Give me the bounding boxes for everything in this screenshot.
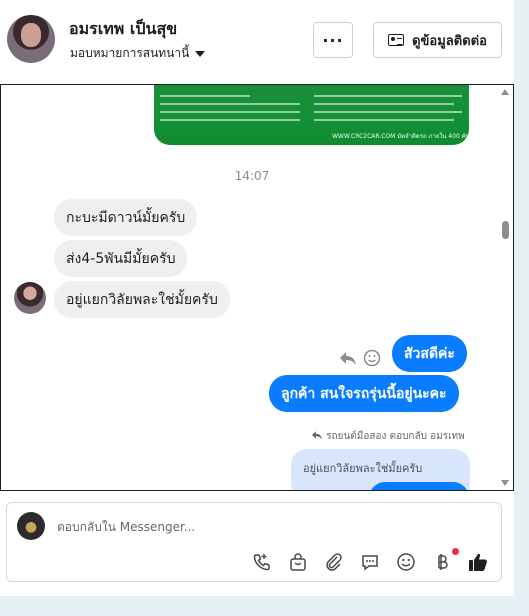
reply-indicator: รถยนต์มือสอง ตอบกลับ อมรเทพ (311, 429, 465, 444)
image-text-line (160, 103, 300, 105)
reply-icon[interactable] (339, 350, 357, 370)
image-text-line (314, 103, 454, 105)
image-text-line (314, 119, 454, 121)
image-text-line (160, 111, 300, 113)
assign-conversation-dropdown[interactable]: มอบหมายการสนทนานี้ (70, 44, 206, 63)
quoted-text: อยู่แยกวิลัยพละใช่มั้ยครับ (303, 462, 423, 475)
reply-bubble-partial[interactable] (369, 482, 469, 490)
scroll-down-arrow-icon[interactable] (501, 480, 509, 486)
assign-label: มอบหมายการสนทนานี้ (70, 46, 190, 60)
chat-scrollbar[interactable] (499, 85, 512, 490)
caret-down-icon (195, 50, 206, 57)
reply-arrow-icon (312, 431, 322, 440)
thumbs-up-icon[interactable] (467, 551, 489, 573)
outgoing-message[interactable]: สัวสดีค่ะ (392, 335, 467, 372)
conversation-panel: อมรเทพ เป็นสุข มอบหมายการสนทนานี้ ··· ดู… (0, 0, 514, 596)
promo-image-message[interactable]: WWW.CRC2CAR.COM มัดจำติดรถ ภายใน 400 คัน (154, 85, 470, 145)
view-contact-info-button[interactable]: ดูข้อมูลติดต่อ (373, 22, 502, 58)
reply-meta-text: รถยนต์มือสอง ตอบกลับ อมรเทพ (326, 431, 465, 442)
image-text-line (160, 95, 250, 97)
outgoing-message[interactable]: ลูกค้า สนใจรถรุ่นนี้อยู่นะคะ (269, 375, 459, 412)
emoji-icon[interactable] (395, 551, 417, 573)
scroll-up-arrow-icon[interactable] (501, 89, 509, 95)
message-thread: WWW.CRC2CAR.COM มัดจำติดรถ ภายใน 400 คัน… (0, 84, 514, 491)
more-dots: ··· (322, 30, 344, 50)
image-text-line (160, 119, 300, 121)
reply-composer (6, 502, 502, 582)
saved-reply-chat-icon[interactable] (359, 551, 381, 573)
image-text-line (314, 95, 462, 97)
incoming-message[interactable]: กะบะมีดาวน์มั้ยครับ (54, 199, 198, 236)
conversation-header: อมรเทพ เป็นสุข มอบหมายการสนทนานี้ ··· ดู… (0, 0, 514, 84)
call-icon[interactable] (251, 551, 273, 573)
baht-payment-icon[interactable] (431, 551, 453, 573)
message-actions (339, 349, 381, 371)
page-avatar (17, 512, 45, 540)
message-timestamp: 14:07 (234, 169, 270, 183)
sender-avatar (14, 282, 46, 314)
contact-name[interactable]: อมรเทพ เป็นสุข (69, 17, 177, 42)
scroll-thumb[interactable] (502, 221, 509, 239)
react-smile-icon[interactable] (363, 349, 381, 371)
reply-input[interactable] (57, 517, 477, 537)
notification-dot (452, 548, 459, 555)
incoming-message[interactable]: อยู่แยกวิลัยพละใช่มั้ยครับ (54, 281, 230, 318)
paperclip-icon[interactable] (323, 551, 345, 573)
shopping-bag-icon[interactable] (287, 551, 309, 573)
contact-avatar[interactable] (7, 15, 55, 63)
contact-card-icon (388, 34, 405, 46)
more-options-button[interactable]: ··· (313, 22, 353, 58)
view-contact-info-label: ดูข้อมูลติดต่อ (412, 33, 487, 49)
image-text-line (314, 111, 462, 113)
image-caption: WWW.CRC2CAR.COM มัดจำติดรถ ภายใน 400 คัน (332, 133, 470, 140)
incoming-message[interactable]: ส่ง4-5พันมีมั้ยครับ (54, 240, 188, 277)
